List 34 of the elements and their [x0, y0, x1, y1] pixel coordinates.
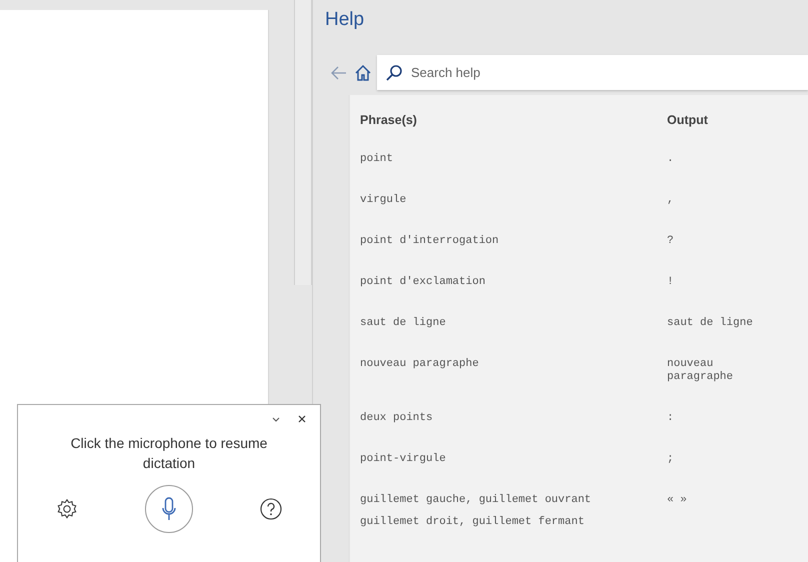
- output-cell: !: [667, 276, 674, 288]
- scrollbar[interactable]: [294, 0, 312, 285]
- chevron-down-icon[interactable]: [272, 415, 280, 423]
- output-cell: .: [667, 153, 674, 165]
- phrase-cell-text: nouveau paragraphe: [360, 358, 480, 371]
- phrase-cell-text: guillemet droit, guillemet fermant: [360, 516, 586, 529]
- dictation-message: Click the microphone to resume dictation: [70, 434, 268, 473]
- phrase-cell-text: saut de ligne: [360, 317, 447, 330]
- output-cell: ?: [667, 235, 674, 247]
- output-cell: :: [667, 412, 674, 424]
- output-cell: ;: [667, 453, 674, 465]
- home-icon[interactable]: [353, 62, 373, 82]
- phrase-cell-text: point d'interrogation: [360, 235, 500, 248]
- help-icon[interactable]: [260, 498, 282, 520]
- output-cell: saut de ligne: [667, 317, 753, 329]
- phrase-cell-text: deux points: [360, 412, 434, 425]
- phrase-cell-text: guillemet gauche, guillemet ouvrant: [360, 494, 592, 507]
- search-bar[interactable]: Search help: [377, 55, 808, 90]
- phrase-cell-text: point: [360, 153, 394, 166]
- output-cell: nouveau paragraphe: [667, 358, 734, 383]
- column-header: Phrase(s): [360, 107, 667, 153]
- search-icon: [385, 64, 403, 82]
- column-header: Output: [667, 112, 709, 129]
- output-cell: « »: [667, 494, 687, 506]
- output-cell: ,: [667, 194, 674, 206]
- close-icon[interactable]: [298, 415, 306, 423]
- microphone-icon: [161, 496, 177, 522]
- settings-icon[interactable]: [56, 498, 78, 520]
- search-input[interactable]: Search help: [409, 64, 808, 81]
- phrase-cell-text: point d'exclamation: [360, 276, 486, 289]
- pane-title: Help: [324, 8, 366, 32]
- phrase-cell-text: virgule: [360, 194, 408, 207]
- phrase-cell-text: point-virgule: [360, 453, 447, 466]
- microphone-button[interactable]: [145, 485, 193, 533]
